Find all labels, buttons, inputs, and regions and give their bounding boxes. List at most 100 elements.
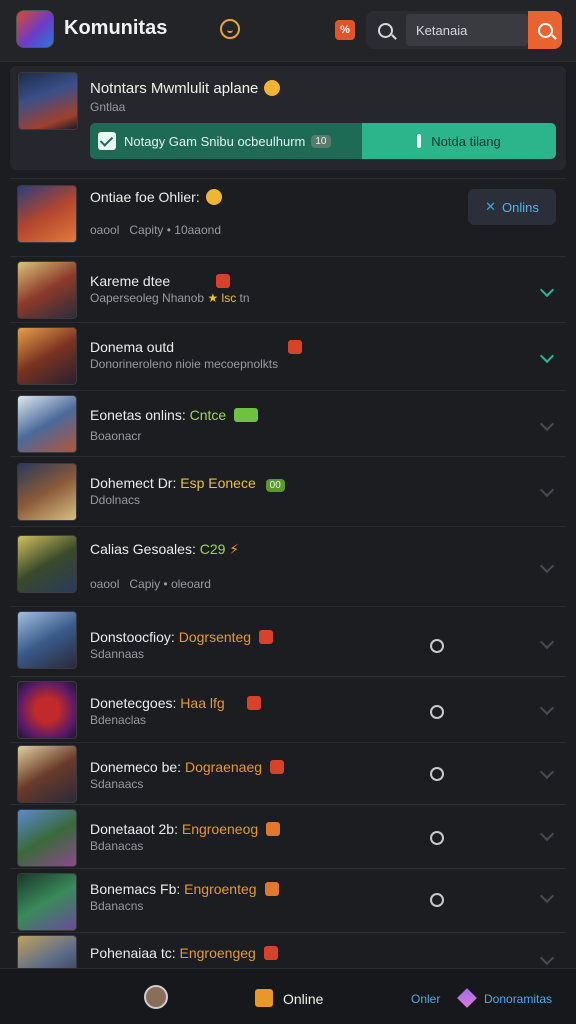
item-title: Kareme dtee (90, 273, 231, 289)
item-title: Donetecgoes: Haa lfg (90, 695, 261, 711)
search-bar (366, 11, 562, 49)
chevron-down-icon[interactable] (539, 826, 555, 842)
item-subtitle: Bdenaclas (90, 713, 147, 727)
search-input[interactable] (406, 14, 528, 46)
user-icon[interactable] (430, 767, 444, 781)
list-item[interactable]: Bonemacs Fb: Engroenteg Bdanacns (10, 868, 566, 932)
notification-badge[interactable]: % (335, 20, 355, 40)
status-badge (234, 408, 259, 422)
list-item[interactable]: Donetecgoes: Haa lfg Bdenaclas (10, 676, 566, 742)
item-subtitle: Sdannaas (90, 647, 145, 661)
top-bar: Komunitas % (0, 0, 576, 62)
item-subtitle: Ddolnacs (90, 493, 141, 507)
item-thumbnail (17, 261, 77, 319)
list-item[interactable]: Eonetas onlins: Cntce Boaonacr (10, 390, 566, 456)
count-badge: 10 (311, 134, 331, 148)
list-item[interactable]: Donstoocfioy: Dogrsenteg Sdannaas (10, 606, 566, 676)
flag-icon[interactable] (255, 989, 273, 1007)
search-submit-button[interactable] (528, 11, 562, 49)
chevron-down-icon[interactable] (539, 416, 555, 432)
featured-subtitle: Gntlaa (90, 100, 126, 114)
user-icon[interactable] (430, 705, 444, 719)
page-title: Komunitas (64, 17, 168, 39)
emoji-icon (264, 80, 281, 96)
featured-card[interactable]: Notntars Mwmlulit aplane Gntlaa Notagy G… (10, 66, 566, 170)
list-item[interactable]: Ontiae foe Ohlier: oaool Capity • 10aaon… (10, 178, 566, 252)
alert-badge (266, 822, 281, 836)
chevron-down-icon[interactable] (539, 888, 555, 904)
item-subtitle: Donorineroleno nioie mecoepnolkts (90, 357, 279, 371)
app-logo[interactable] (16, 10, 54, 48)
nav-komunitas-tab[interactable]: Donoramitas (484, 992, 552, 1006)
avatar[interactable] (144, 985, 168, 1009)
nav-onler-tab[interactable]: Onler (411, 992, 440, 1006)
list-item[interactable]: Donema outd Donorineroleno nioie mecoepn… (10, 322, 566, 388)
nav-online-tab[interactable]: Online (283, 991, 323, 1007)
list-item[interactable]: Pohenaiaa tc: Engroengeg (10, 932, 566, 968)
chevron-down-icon[interactable] (539, 282, 555, 298)
item-title: Donstoocfioy: Dogrsenteg (90, 629, 274, 645)
chevron-down-icon[interactable] (539, 950, 555, 966)
item-subtitle: Oaperseoleg Nhanob ★ lsc tn (90, 291, 250, 305)
item-title: Donetaaot 2b: Engroeneog (90, 821, 281, 837)
alert-badge (216, 274, 231, 288)
list-item[interactable]: Calias Gesoales: C29 ⚡ oaool Capiy • ole… (10, 526, 566, 604)
list-item[interactable]: Donetaaot 2b: Engroeneog Bdanacas (10, 804, 566, 868)
item-subtitle: Sdanaacs (90, 777, 144, 791)
list-item[interactable]: Donemeco be: Dograenaeg Sdanaacs (10, 742, 566, 804)
item-thumbnail (17, 681, 77, 739)
item-title: Pohenaiaa tc: Engroengeg (90, 945, 278, 961)
featured-secondary-button[interactable]: Notda tilang (362, 123, 556, 159)
item-subtitle: Bdanacns (90, 899, 144, 913)
online-button[interactable]: ✕ Onlins (468, 189, 556, 225)
diamond-icon (457, 988, 477, 1008)
chat-icon[interactable] (220, 19, 240, 39)
featured-thumbnail (18, 72, 78, 130)
chevron-down-icon[interactable] (539, 700, 555, 716)
chevron-down-icon[interactable] (539, 764, 555, 780)
list-item[interactable]: Kareme dtee Oaperseoleg Nhanob ★ lsc tn (10, 256, 566, 322)
item-title: Calias Gesoales: C29 ⚡ (90, 541, 240, 557)
cross-icon: ✕ (485, 199, 497, 214)
alert-badge (264, 882, 279, 896)
item-thumbnail (17, 809, 77, 867)
checkbox-icon (98, 132, 116, 150)
user-icon[interactable] (430, 893, 444, 907)
alert-badge (263, 946, 278, 960)
user-icon[interactable] (430, 639, 444, 653)
item-thumbnail (17, 935, 77, 968)
status-badge: 00 (265, 479, 285, 492)
emoji-icon (205, 189, 222, 205)
item-title: Donema outd (90, 339, 303, 355)
alert-badge (246, 696, 261, 710)
alert-badge (259, 630, 274, 644)
chevron-down-icon[interactable] (539, 558, 555, 574)
item-subtitle: Boaonacr (90, 429, 142, 443)
chevron-down-icon[interactable] (539, 482, 555, 498)
chevron-down-icon[interactable] (539, 634, 555, 650)
item-title: Dohemect Dr: Esp Eonece 00 (90, 475, 285, 492)
item-title: Donemeco be: Dograenaeg (90, 759, 285, 775)
bottom-nav: Online Onler Donoramitas (0, 968, 576, 1024)
item-thumbnail (17, 611, 77, 669)
item-meta: oaool Capity • 10aaond (90, 223, 221, 237)
item-thumbnail (17, 327, 77, 385)
item-thumbnail (17, 185, 77, 243)
alert-badge (270, 760, 285, 774)
featured-title: Notntars Mwmlulit aplane (90, 80, 281, 97)
item-thumbnail (17, 745, 77, 803)
item-thumbnail (17, 535, 77, 593)
featured-join-button[interactable]: Notagy Gam Snibu ocbeulhurm 10 (90, 123, 362, 159)
featured-action-bar: Notagy Gam Snibu ocbeulhurm 10 Notda til… (90, 123, 556, 159)
chevron-down-icon[interactable] (539, 348, 555, 364)
item-meta: oaool Capiy • oleoard (90, 577, 211, 591)
item-title: Ontiae foe Ohlier: (90, 189, 222, 205)
user-icon[interactable] (430, 831, 444, 845)
alert-badge (288, 340, 303, 354)
item-subtitle: Bdanacas (90, 839, 144, 853)
list-item[interactable]: Dohemect Dr: Esp Eonece 00 Ddolnacs (10, 456, 566, 526)
item-title: Eonetas onlins: Cntce (90, 407, 259, 423)
item-thumbnail (17, 873, 77, 931)
item-thumbnail (17, 463, 77, 521)
search-icon[interactable] (366, 11, 404, 49)
